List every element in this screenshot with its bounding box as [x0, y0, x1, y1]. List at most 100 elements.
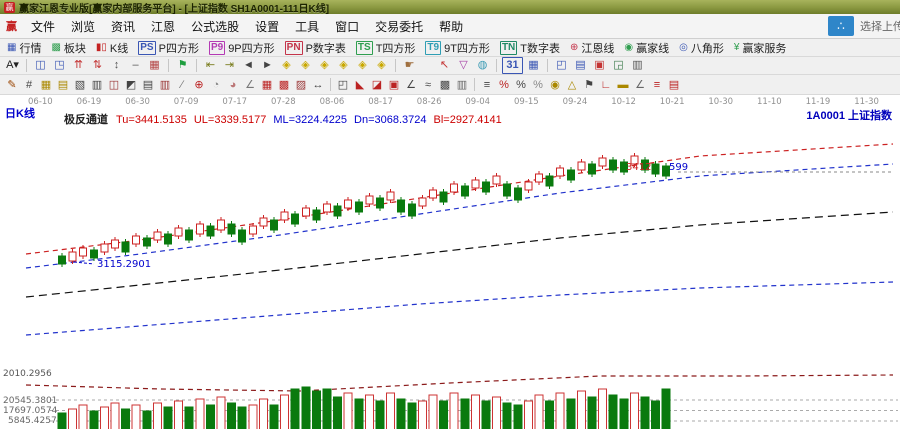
expand-updown-icon[interactable]: ↕	[108, 58, 125, 73]
kline-button[interactable]: ▮▯K线	[93, 40, 131, 56]
percent-red-icon[interactable]: %	[496, 77, 512, 93]
date-label: 08-26	[417, 97, 442, 107]
quotes-button[interactable]: ▦行情	[4, 40, 44, 56]
slash-tool-icon[interactable]: ∕	[174, 77, 190, 93]
step-red-icon[interactable]: ≡	[649, 77, 665, 93]
mode-window-2-icon[interactable]: ◳	[51, 58, 68, 73]
grid-red-3-icon[interactable]: ▨	[293, 77, 309, 93]
gold-bar-icon[interactable]: ▬	[615, 77, 631, 93]
kline-chart-panel[interactable]: 06-1006-1906-3007-0907-1707-2808-0608-17…	[0, 95, 900, 429]
width-adjust-icon[interactable]: ↔	[310, 77, 326, 93]
angle-tool-icon[interactable]: ∠	[403, 77, 419, 93]
grid-red-1-icon[interactable]: ▦	[259, 77, 275, 93]
chart-combo-icon[interactable]: ◩	[123, 77, 139, 93]
9p-square-button[interactable]: P99P四方形	[206, 40, 278, 56]
wave-tool-icon[interactable]: ≈	[420, 77, 436, 93]
t-square-button[interactable]: TST四方形	[353, 40, 419, 56]
first-bar-icon[interactable]: ⇤	[202, 58, 219, 73]
9t-square-button[interactable]: T99T四方形	[422, 40, 493, 56]
circle-cross-icon[interactable]: ⊕	[191, 77, 207, 93]
menu-item-trade-order[interactable]: 交易委托	[367, 15, 431, 38]
gann-frame-1-icon[interactable]: ▧	[72, 77, 88, 93]
mode-window-1-icon[interactable]: ◫	[32, 58, 49, 73]
gann-grid-gold-2-icon[interactable]: ▤	[55, 77, 71, 93]
grid-red-2-icon[interactable]: ▩	[276, 77, 292, 93]
circle-gold-icon[interactable]: ◉	[547, 77, 563, 93]
font-a-dropdown-icon[interactable]: A▾	[4, 58, 21, 73]
calendar-31-icon[interactable]: 31	[502, 57, 523, 74]
menu-item-formula-stock-pick[interactable]: 公式选股	[183, 15, 247, 38]
date-label: 07-28	[271, 97, 296, 107]
save-red-floppy-icon[interactable]: ▣	[591, 58, 608, 73]
menu-item-browse[interactable]: 浏览	[63, 15, 103, 38]
corner-box-icon[interactable]: ◰	[335, 77, 351, 93]
percent-dark-icon[interactable]: %	[513, 77, 529, 93]
layout-window-icon[interactable]: ◰	[553, 58, 570, 73]
quotes-icon: ▦	[7, 42, 16, 54]
chart-mini-icon[interactable]: ▥	[454, 77, 470, 93]
right-angle-red-icon[interactable]: ∟	[598, 77, 614, 93]
triangle-gold-icon[interactable]: △	[564, 77, 580, 93]
gann-move-3-icon[interactable]: ◈	[316, 58, 333, 73]
price-box-icon[interactable]: ◫	[106, 77, 122, 93]
flag-dark-icon[interactable]: ⚑	[581, 77, 597, 93]
menu-item-news[interactable]: 资讯	[103, 15, 143, 38]
save-list-icon[interactable]: ▤	[572, 58, 589, 73]
flag-marker-icon[interactable]: ⚑	[174, 58, 191, 73]
winner-line-button[interactable]: ◉赢家线	[621, 40, 672, 56]
t-number-table-button[interactable]: TNT数字表	[497, 40, 563, 56]
gann-move-2-icon[interactable]: ◈	[297, 58, 314, 73]
octagon-button[interactable]: ◎八角形	[676, 40, 727, 56]
angle-up-icon[interactable]: ∠	[632, 77, 648, 93]
p-square-button[interactable]: PSP四方形	[135, 40, 202, 56]
circle-quarter-icon[interactable]: ◔	[208, 77, 224, 93]
grid-vertical-icon[interactable]: ▥	[157, 77, 173, 93]
crosshair-red-icon[interactable]: ↖	[436, 58, 453, 73]
gann-move-4-icon[interactable]: ◈	[335, 58, 352, 73]
grid-horizontal-icon[interactable]: ▤	[140, 77, 156, 93]
angle-line-icon[interactable]: ∠	[242, 77, 258, 93]
arrows-up-red-icon[interactable]: ⇈	[70, 58, 87, 73]
save-globe-icon[interactable]: ◲	[610, 58, 627, 73]
gann-move-5-icon[interactable]: ◈	[354, 58, 371, 73]
calculator-icon[interactable]: ▦	[525, 58, 542, 73]
filled-box-red-icon[interactable]: ▣	[386, 77, 402, 93]
pencil-tool-icon[interactable]: ✎	[4, 77, 20, 93]
funnel-purple-icon[interactable]: ▽	[455, 58, 472, 73]
gann-move-6-icon[interactable]: ◈	[373, 58, 390, 73]
sectors-button[interactable]: ▩板块	[48, 40, 88, 56]
app-icon: 赢	[4, 2, 15, 13]
gann-frame-2-icon[interactable]: ▥	[89, 77, 105, 93]
menu-item-file[interactable]: 文件	[23, 15, 63, 38]
kline-chart-canvas[interactable]: 06-1006-1906-3007-0907-1707-2808-0608-17…	[0, 95, 900, 429]
ratio-lines-icon[interactable]: ≡	[479, 77, 495, 93]
step-dark-icon[interactable]: ▤	[666, 77, 682, 93]
menu-item-settings[interactable]: 设置	[247, 15, 287, 38]
arrows-updown-red-icon[interactable]: ⇅	[89, 58, 106, 73]
upload-button-label[interactable]: 选择上传	[854, 18, 900, 34]
menu-item-tools[interactable]: 工具	[287, 15, 327, 38]
fan-red-1-icon[interactable]: ◣	[352, 77, 368, 93]
gann-move-1-icon[interactable]: ◈	[278, 58, 295, 73]
menu-item-gann[interactable]: 江恩	[143, 15, 183, 38]
save-export-icon[interactable]: ▥	[629, 58, 646, 73]
gann-line-button[interactable]: ⊕江恩线	[567, 40, 617, 56]
prev-bar-icon[interactable]: ◄	[240, 58, 257, 73]
next-bar-icon[interactable]: ►	[259, 58, 276, 73]
gann-grid-icon[interactable]: #	[21, 77, 37, 93]
hand-drag-icon[interactable]: ☛	[401, 58, 418, 73]
share-icon[interactable]: ∴	[828, 16, 854, 36]
menu-item-window[interactable]: 窗口	[327, 15, 367, 38]
globe-teal-icon[interactable]: ◍	[474, 58, 491, 73]
p-number-table-button[interactable]: PNP数字表	[282, 40, 349, 56]
dark-grid-icon[interactable]: ▩	[437, 77, 453, 93]
winner-service-button[interactable]: ¥赢家服务	[731, 40, 790, 56]
circle-dim-icon[interactable]: ◕	[225, 77, 241, 93]
gann-grid-gold-1-icon[interactable]: ▦	[38, 77, 54, 93]
grid-mixed-icon[interactable]: ▦	[146, 58, 163, 73]
collapse-dash-icon[interactable]: –	[127, 58, 144, 73]
fan-red-2-icon[interactable]: ◪	[369, 77, 385, 93]
menu-item-help[interactable]: 帮助	[431, 15, 471, 38]
last-bar-icon[interactable]: ⇥	[221, 58, 238, 73]
percent-small-icon[interactable]: %	[530, 77, 546, 93]
